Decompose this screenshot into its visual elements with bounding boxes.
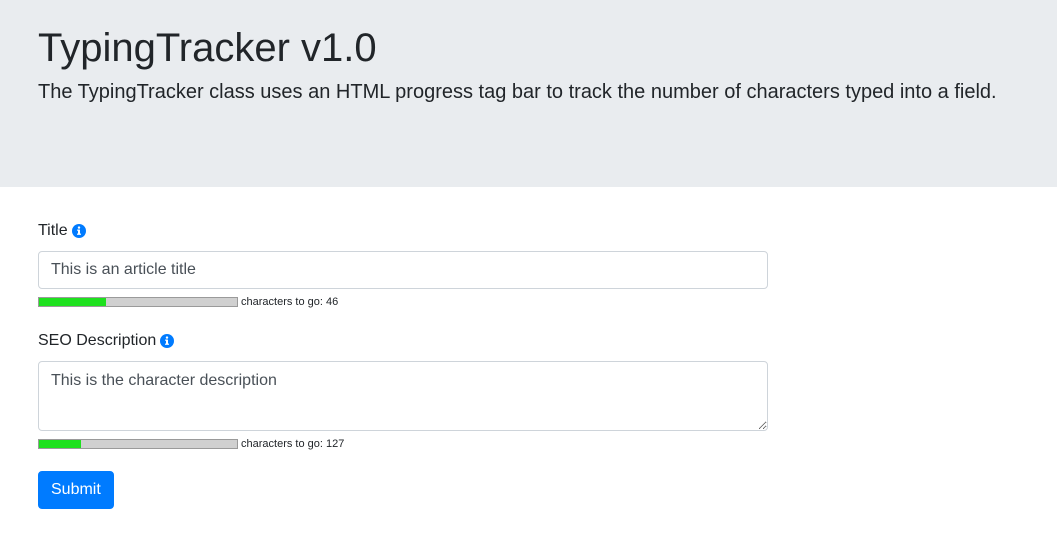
- seo-progress-fill: [39, 440, 81, 448]
- title-progress-bar: [38, 297, 238, 307]
- seo-counter-text: characters to go: 127: [241, 438, 345, 450]
- submit-button[interactable]: Submit: [38, 471, 114, 509]
- header-jumbotron: TypingTracker v1.0 The TypingTracker cla…: [0, 0, 1057, 187]
- title-input[interactable]: [38, 251, 768, 289]
- seo-description-label-text: SEO Description: [38, 332, 157, 349]
- info-icon[interactable]: [160, 334, 175, 348]
- title-label-text: Title: [38, 222, 68, 239]
- title-progress-row: characters to go: 46: [38, 296, 339, 308]
- title-label: Title: [38, 221, 86, 241]
- seo-description-label: SEO Description: [38, 331, 175, 351]
- seo-description-textarea[interactable]: This is the character description: [38, 361, 768, 431]
- info-icon[interactable]: [71, 224, 86, 238]
- page-description: The TypingTracker class uses an HTML pro…: [38, 81, 997, 103]
- title-progress-fill: [39, 298, 107, 306]
- title-counter-text: characters to go: 46: [241, 296, 339, 308]
- seo-progress-bar: [38, 439, 238, 449]
- seo-progress-row: characters to go: 127: [38, 438, 345, 450]
- page-title: TypingTracker v1.0: [38, 26, 377, 70]
